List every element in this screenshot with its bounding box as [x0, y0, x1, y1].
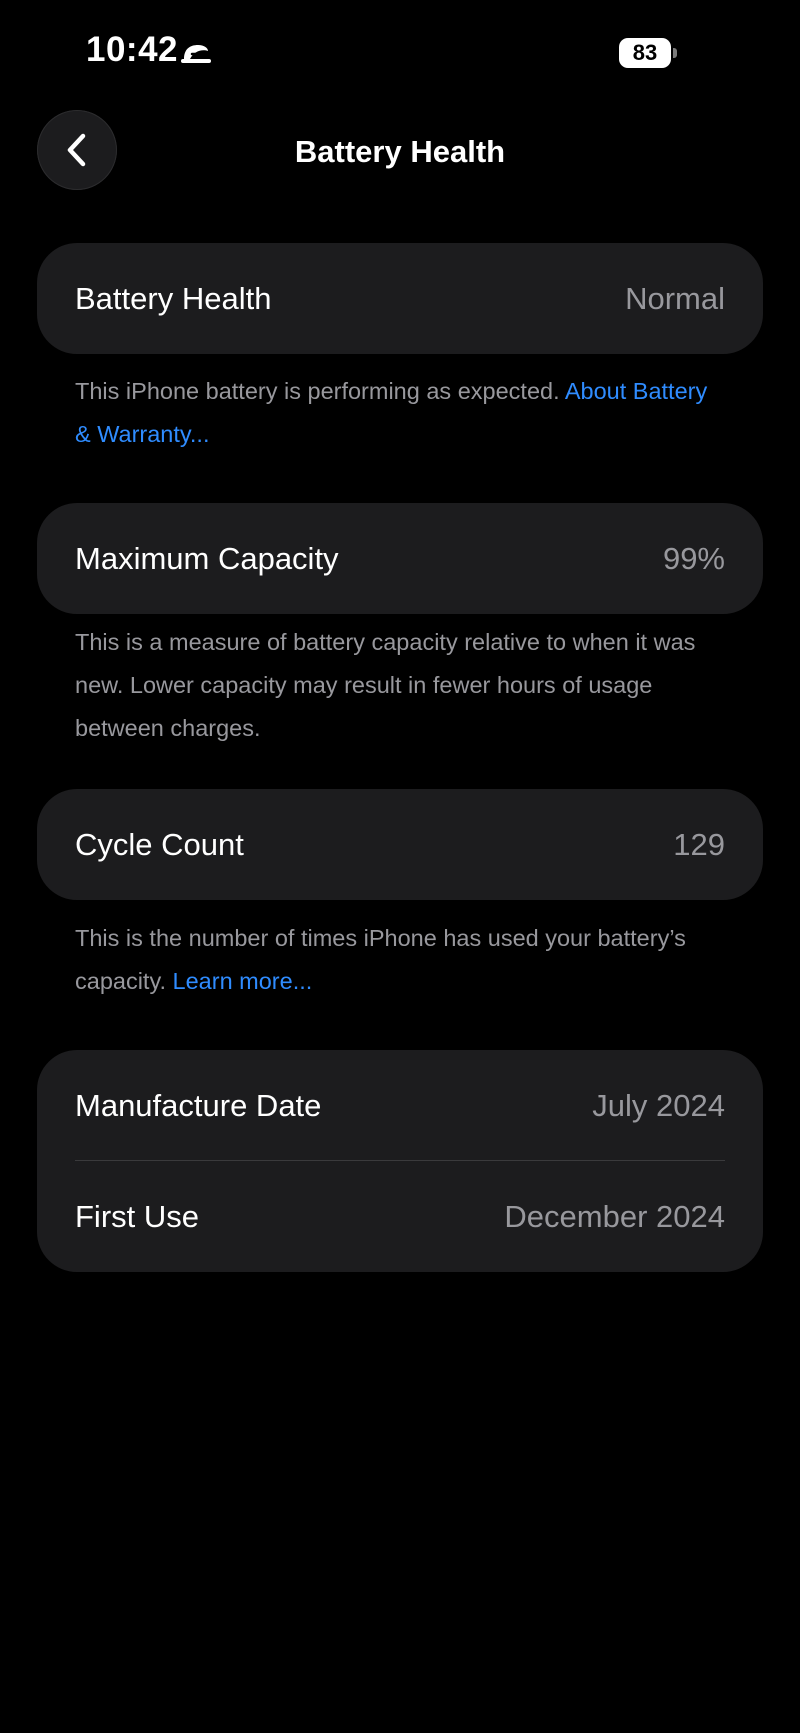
maximum-capacity-card: Maximum Capacity 99% — [37, 503, 763, 614]
manufacture-date-row: Manufacture Date July 2024 — [37, 1050, 763, 1161]
maximum-capacity-label: Maximum Capacity — [75, 541, 339, 576]
battery-health-card: Battery Health Normal — [37, 243, 763, 354]
battery-health-row: Battery Health Normal — [37, 243, 763, 354]
maximum-capacity-note: This is a measure of battery capacity re… — [75, 629, 696, 741]
first-use-label: First Use — [75, 1199, 199, 1234]
battery-health-note: This iPhone battery is performing as exp… — [75, 370, 725, 456]
sleep-focus-icon — [180, 39, 212, 67]
battery-level: 83 — [619, 38, 671, 68]
battery-tip — [673, 48, 677, 58]
cycle-count-label: Cycle Count — [75, 827, 244, 862]
manufacture-date-label: Manufacture Date — [75, 1088, 322, 1123]
status-time: 10:42 — [86, 30, 179, 69]
manufacture-date-value: July 2024 — [592, 1088, 725, 1123]
maximum-capacity-row: Maximum Capacity 99% — [37, 503, 763, 614]
status-bar: 10:42 83 — [0, 0, 800, 100]
battery-icon: 83 — [619, 38, 677, 68]
maximum-capacity-value: 99% — [662, 541, 725, 576]
cycle-count-note: This is the number of times iPhone has u… — [75, 917, 725, 1003]
page-title: Battery Health — [294, 134, 506, 169]
learn-more-link[interactable]: Learn more... — [173, 968, 313, 994]
dates-card: Manufacture Date July 2024 First Use Dec… — [37, 1050, 763, 1272]
cycle-count-note-text: This is the number of times iPhone has u… — [75, 925, 686, 994]
cycle-count-card: Cycle Count 129 — [37, 789, 763, 900]
cycle-count-value: 129 — [673, 827, 725, 862]
battery-health-value: Normal — [625, 281, 725, 316]
battery-health-note-text: This iPhone battery is performing as exp… — [75, 378, 560, 404]
battery-health-label: Battery Health — [75, 281, 272, 316]
first-use-row: First Use December 2024 — [37, 1161, 763, 1272]
cycle-count-row: Cycle Count 129 — [37, 789, 763, 900]
first-use-value: December 2024 — [504, 1199, 725, 1234]
